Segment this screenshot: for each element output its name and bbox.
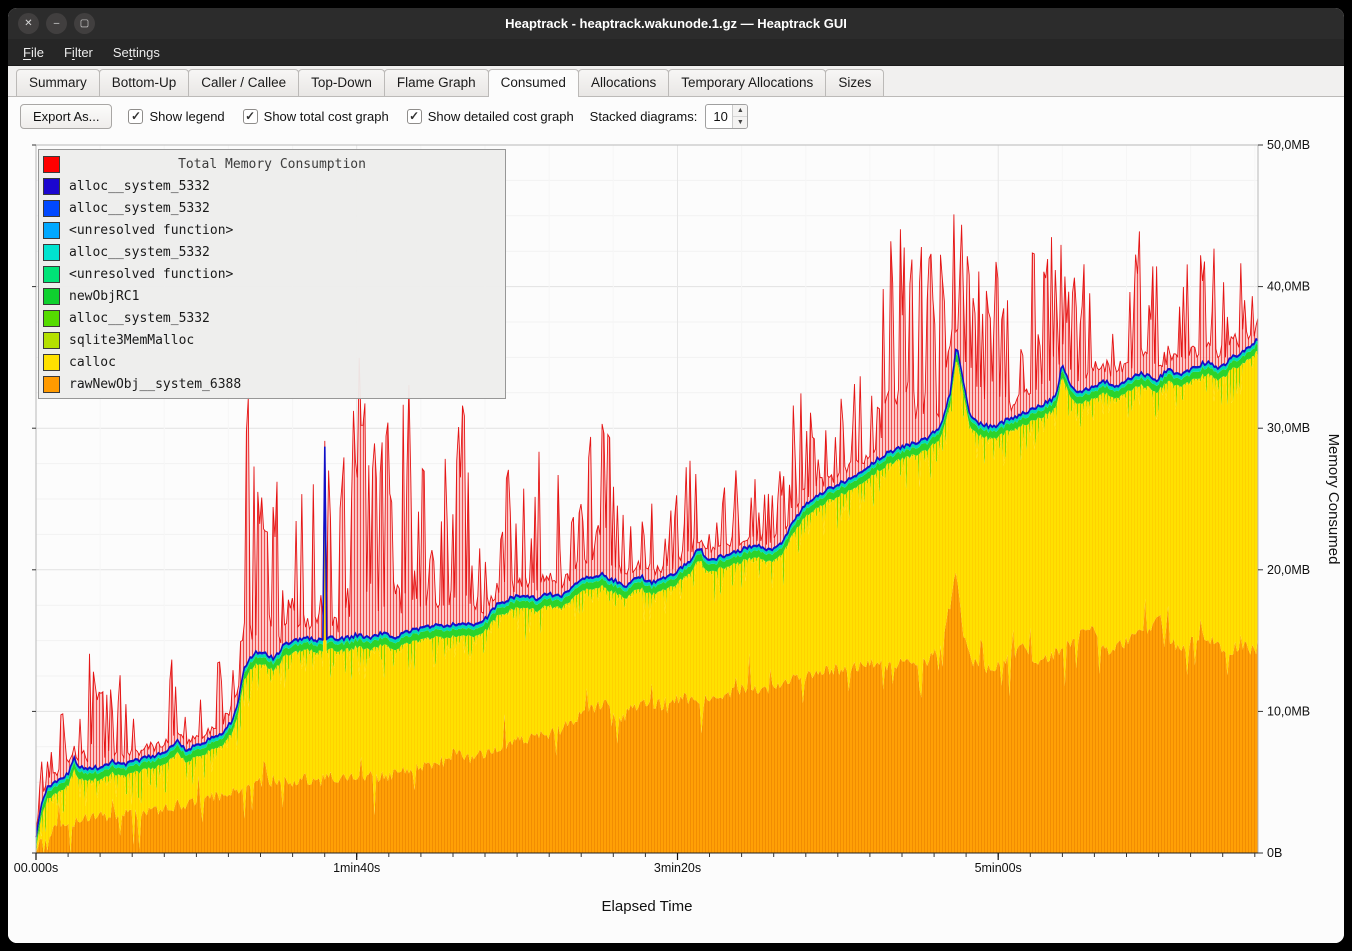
window-controls: ✕–▢ bbox=[18, 8, 95, 39]
legend-item-label: alloc__system_5332 bbox=[69, 311, 210, 326]
y-axis-title: Memory Consumed bbox=[1325, 434, 1342, 565]
tab-label: Temporary Allocations bbox=[681, 75, 813, 90]
tab-bar: Summary Bottom-Up Caller / Callee Top-Down F… bbox=[8, 66, 1344, 97]
checkbox-group: ✓ Show legend ✓ Show total cost graph ✓ Show … bbox=[128, 109, 573, 124]
legend-item-label: alloc__system_5332 bbox=[69, 179, 210, 194]
tab-flame-graph[interactable]: Flame Graph bbox=[384, 69, 489, 96]
heaptrack-window: ✕–▢ Heaptrack - heaptrack.wakunode.1.gz … bbox=[8, 8, 1344, 943]
legend-item: alloc__system_5332 bbox=[39, 175, 505, 197]
svg-text:50,0MB: 50,0MB bbox=[1267, 138, 1310, 152]
spin-up-icon[interactable] bbox=[733, 105, 747, 117]
legend-swatch bbox=[43, 244, 60, 261]
tab-label: Summary bbox=[29, 75, 87, 90]
legend-swatch bbox=[43, 376, 60, 393]
legend-swatch bbox=[43, 178, 60, 195]
legend-swatch bbox=[43, 354, 60, 371]
menu-bar: FileFilterSettings bbox=[8, 39, 1344, 66]
svg-text:00.000s: 00.000s bbox=[14, 861, 58, 875]
svg-text:5min00s: 5min00s bbox=[975, 861, 1022, 875]
legend-item-label: calloc bbox=[69, 355, 116, 370]
svg-text:40,0MB: 40,0MB bbox=[1267, 280, 1310, 294]
spinbox-value[interactable]: 10 bbox=[706, 105, 732, 128]
legend-item: rawNewObj__system_6388 bbox=[39, 373, 505, 395]
stacked-diagrams-label: Stacked diagrams: bbox=[590, 109, 698, 124]
tab-label: Bottom-Up bbox=[112, 75, 177, 90]
tab-top-down[interactable]: Top-Down bbox=[298, 69, 385, 96]
legend-item-label: sqlite3MemMalloc bbox=[69, 333, 194, 348]
menu-settings[interactable]: Settings bbox=[104, 42, 169, 63]
legend-item-label: alloc__system_5332 bbox=[69, 245, 210, 260]
screen: ✕–▢ Heaptrack - heaptrack.wakunode.1.gz … bbox=[0, 0, 1352, 951]
legend-swatch bbox=[43, 310, 60, 327]
svg-text:30,0MB: 30,0MB bbox=[1267, 421, 1310, 435]
svg-text:0B: 0B bbox=[1267, 846, 1282, 860]
legend-swatch bbox=[43, 332, 60, 349]
checkbox-show-total-cost-graph[interactable]: ✓ Show total cost graph bbox=[243, 109, 389, 124]
checkbox-label: Show total cost graph bbox=[264, 109, 389, 124]
stacked-diagrams-control: Stacked diagrams: 10 bbox=[590, 104, 749, 129]
tab-bottom-up[interactable]: Bottom-Up bbox=[99, 69, 190, 96]
tab-temporary-allocations[interactable]: Temporary Allocations bbox=[668, 69, 826, 96]
chart-region: 00.000s 1min40s 3min20s 5min00s 0B 10,0MB 20,0… bbox=[8, 135, 1344, 943]
close-button[interactable]: ✕ bbox=[18, 13, 39, 34]
tab-allocations[interactable]: Allocations bbox=[578, 69, 669, 96]
legend-item: sqlite3MemMalloc bbox=[39, 329, 505, 351]
checkbox-show-legend[interactable]: ✓ Show legend bbox=[128, 109, 224, 124]
tab-consumed[interactable]: Consumed bbox=[488, 69, 579, 97]
legend-item: newObjRC1 bbox=[39, 285, 505, 307]
tab-sizes[interactable]: Sizes bbox=[825, 69, 884, 96]
legend-item: <unresolved function> bbox=[39, 263, 505, 285]
checkbox-show-detailed-cost-graph[interactable]: ✓ Show detailed cost graph bbox=[407, 109, 574, 124]
legend-item-label: <unresolved function> bbox=[69, 223, 233, 238]
tab-label: Top-Down bbox=[311, 75, 372, 90]
legend-title-row: Total Memory Consumption bbox=[39, 153, 505, 175]
checkbox-box[interactable]: ✓ bbox=[243, 109, 258, 124]
tab-summary[interactable]: Summary bbox=[16, 69, 100, 96]
legend-swatch bbox=[43, 288, 60, 305]
legend-item-label: newObjRC1 bbox=[69, 289, 139, 304]
legend-item: calloc bbox=[39, 351, 505, 373]
svg-text:20,0MB: 20,0MB bbox=[1267, 563, 1310, 577]
spin-down-icon[interactable] bbox=[733, 117, 747, 128]
legend-item: alloc__system_5332 bbox=[39, 197, 505, 219]
minimize-button[interactable]: – bbox=[46, 13, 67, 34]
spinbox-buttons bbox=[732, 105, 747, 128]
legend-swatch bbox=[43, 222, 60, 239]
toolbar: Export As... ✓ Show legend ✓ Show total cos… bbox=[8, 97, 1344, 135]
tab-label: Sizes bbox=[838, 75, 871, 90]
legend-swatch bbox=[43, 266, 60, 283]
export-as-button[interactable]: Export As... bbox=[20, 104, 112, 129]
legend-item: alloc__system_5332 bbox=[39, 307, 505, 329]
checkbox-box[interactable]: ✓ bbox=[407, 109, 422, 124]
tab-caller-callee[interactable]: Caller / Callee bbox=[188, 69, 299, 96]
stacked-diagrams-spinbox[interactable]: 10 bbox=[705, 104, 748, 129]
menu-file[interactable]: File bbox=[14, 42, 53, 63]
window-title: Heaptrack - heaptrack.wakunode.1.gz — He… bbox=[505, 16, 847, 31]
tab-label: Consumed bbox=[501, 75, 566, 90]
checkbox-box[interactable]: ✓ bbox=[128, 109, 143, 124]
title-bar[interactable]: ✕–▢ Heaptrack - heaptrack.wakunode.1.gz … bbox=[8, 8, 1344, 39]
svg-text:3min20s: 3min20s bbox=[654, 861, 701, 875]
legend-item-label: alloc__system_5332 bbox=[69, 201, 210, 216]
menu-filter[interactable]: Filter bbox=[55, 42, 102, 63]
legend-item-label: rawNewObj__system_6388 bbox=[69, 377, 241, 392]
maximize-button[interactable]: ▢ bbox=[74, 13, 95, 34]
tab-label: Caller / Callee bbox=[201, 75, 286, 90]
legend-title: Total Memory Consumption bbox=[39, 157, 505, 172]
legend-item-label: <unresolved function> bbox=[69, 267, 233, 282]
tab-label: Allocations bbox=[591, 75, 656, 90]
x-axis-title: Elapsed Time bbox=[602, 898, 693, 915]
legend-item: <unresolved function> bbox=[39, 219, 505, 241]
legend-item: alloc__system_5332 bbox=[39, 241, 505, 263]
svg-text:10,0MB: 10,0MB bbox=[1267, 704, 1310, 718]
checkbox-label: Show detailed cost graph bbox=[428, 109, 574, 124]
legend: Total Memory Consumption alloc__system_53… bbox=[38, 149, 506, 399]
tab-label: Flame Graph bbox=[397, 75, 476, 90]
checkbox-label: Show legend bbox=[149, 109, 224, 124]
svg-text:1min40s: 1min40s bbox=[333, 861, 380, 875]
legend-swatch bbox=[43, 200, 60, 217]
